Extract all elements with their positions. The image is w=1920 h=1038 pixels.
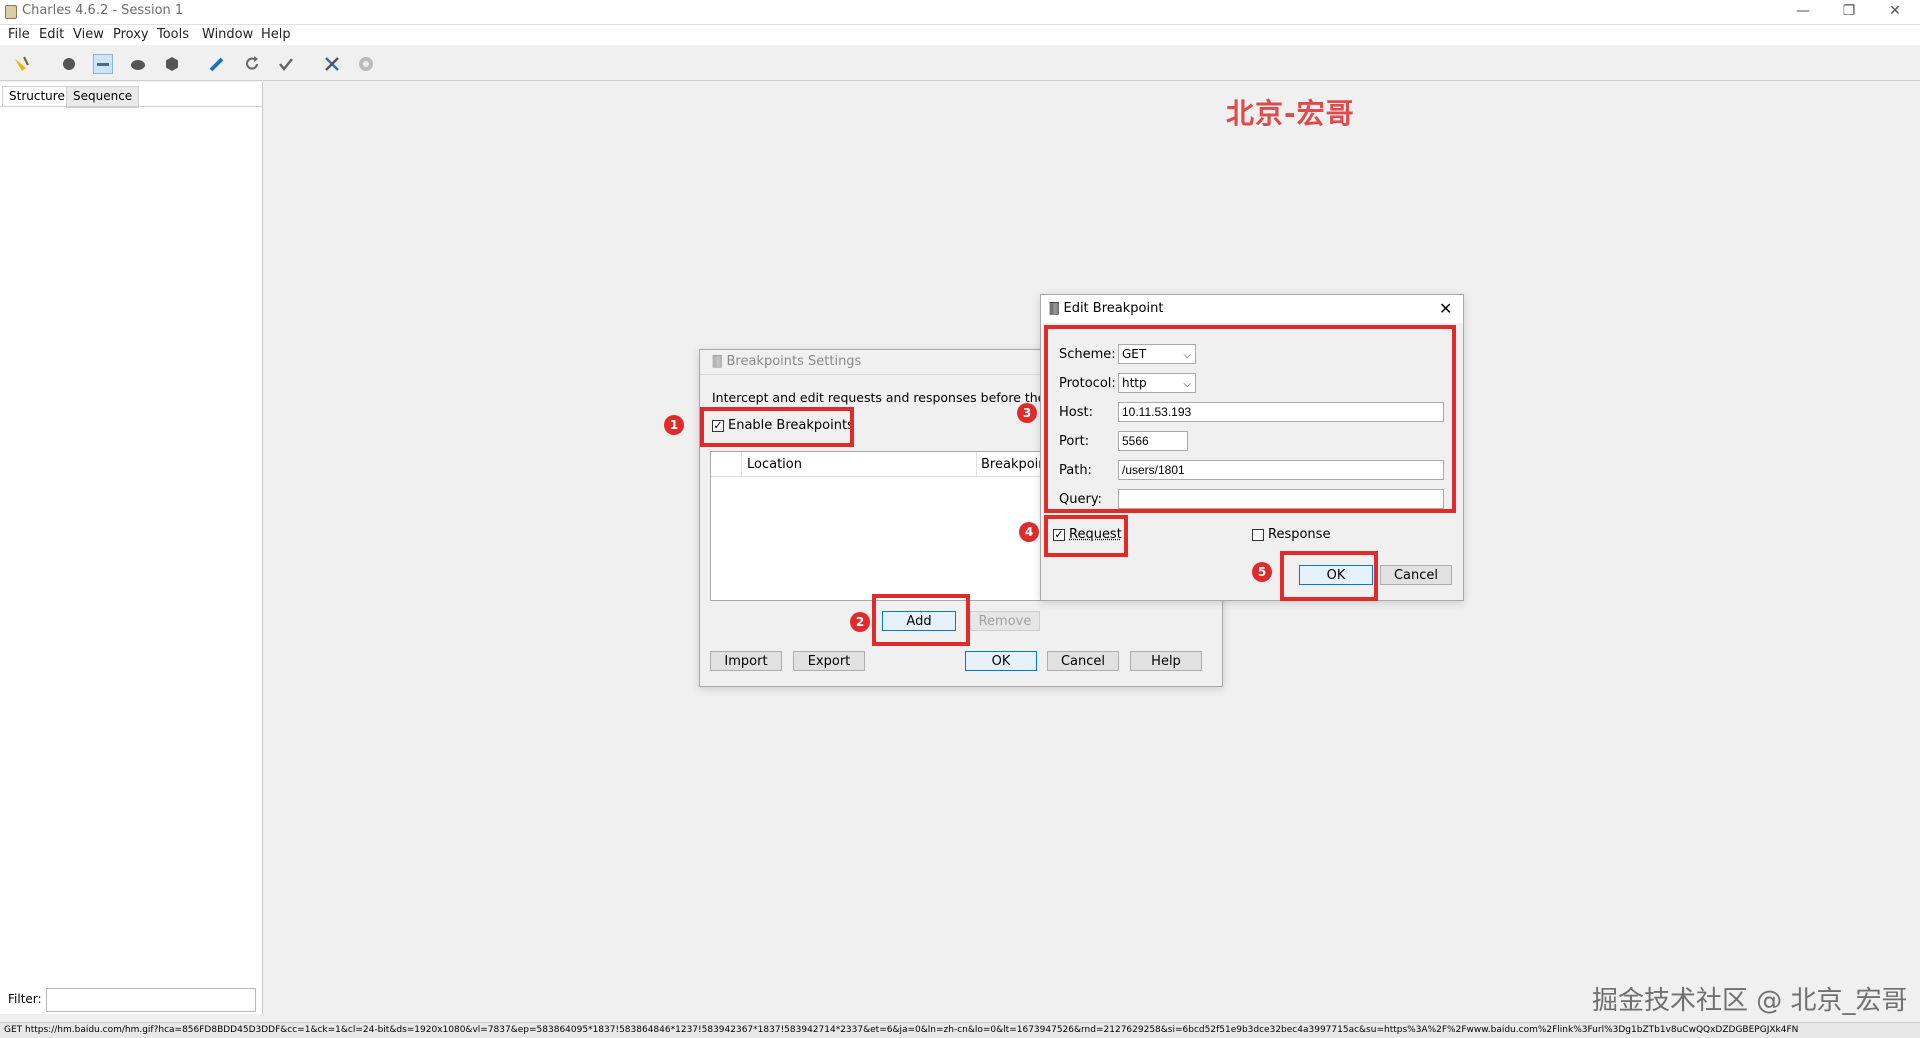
breakpoints-settings-titlebar: 🀫 Breakpoints Settings (712, 354, 861, 369)
tab-divider (0, 106, 262, 107)
column-divider (976, 452, 977, 476)
left-panel: Structure Sequence Filter: (0, 82, 263, 1014)
edit-breakpoint-close-button[interactable]: ✕ (1439, 299, 1452, 318)
refresh-icon[interactable] (242, 54, 262, 74)
annotation-box-fields (1044, 325, 1456, 513)
menu-tools[interactable]: Tools (157, 27, 189, 42)
window-title: Charles 4.6.2 - Session 1 (22, 3, 184, 18)
column-breakpoint[interactable]: Breakpoin (981, 457, 1047, 472)
menu-bar: File Edit View Proxy Tools Window Help (0, 25, 1920, 45)
filter-input[interactable] (46, 988, 256, 1012)
tools-icon[interactable] (322, 54, 342, 74)
filter-label: Filter: (8, 992, 42, 1006)
watermark-top: 北京-宏哥 (1226, 97, 1355, 130)
breakpoints-description: Intercept and edit requests and response… (712, 390, 1065, 405)
throttle-icon[interactable] (93, 54, 113, 74)
step-badge-5: 5 (1252, 562, 1272, 582)
record-icon[interactable] (59, 54, 79, 74)
app-small-icon: 🀫 (712, 354, 723, 369)
import-button[interactable]: Import (710, 651, 782, 671)
remove-button[interactable]: Remove (970, 611, 1040, 631)
edit-breakpoint-title-row: 🀫 Edit Breakpoint (1049, 301, 1163, 316)
column-location[interactable]: Location (747, 457, 802, 472)
minimize-button[interactable]: — (1780, 0, 1826, 24)
restore-button[interactable]: ❐ (1826, 0, 1872, 24)
annotation-box-ok (1280, 551, 1378, 601)
edit-breakpoint-title: Edit Breakpoint (1063, 301, 1164, 316)
response-label: Response (1268, 527, 1331, 542)
tab-structure[interactable]: Structure (2, 86, 72, 107)
menu-proxy[interactable]: Proxy (113, 27, 149, 42)
annotation-box-add (872, 594, 970, 646)
breakpoints-settings-title: Breakpoints Settings (726, 354, 862, 369)
check-icon[interactable] (276, 54, 296, 74)
response-checkbox[interactable] (1252, 529, 1264, 541)
menu-window[interactable]: Window (202, 27, 253, 42)
broom-icon[interactable] (12, 54, 32, 74)
edit-cancel-button[interactable]: Cancel (1380, 565, 1452, 585)
step-badge-1: 1 (664, 415, 684, 435)
menu-view[interactable]: View (73, 27, 104, 42)
step-badge-2: 2 (850, 612, 870, 632)
step-badge-4: 4 (1019, 522, 1039, 542)
watermark-bottom: 掘金技术社区 @ 北京_宏哥 (1592, 986, 1908, 1016)
annotation-box-request (1044, 515, 1128, 557)
settings-gear-icon[interactable] (356, 54, 376, 74)
annotation-box-enable-breakpoints (700, 407, 854, 447)
step-badge-3: 3 (1017, 403, 1037, 423)
tab-sequence[interactable]: Sequence (66, 86, 140, 108)
window-title-bar: Charles 4.6.2 - Session 1 — ❐ ✕ (0, 0, 1920, 25)
pen-icon[interactable] (207, 54, 227, 74)
toolbar (0, 46, 1920, 81)
column-divider (741, 452, 742, 476)
export-button[interactable]: Export (793, 651, 865, 671)
menu-file[interactable]: File (8, 27, 30, 42)
app-small-icon: 🀫 (1049, 301, 1060, 316)
settings-cancel-button[interactable]: Cancel (1047, 651, 1119, 671)
close-window-button[interactable]: ✕ (1872, 0, 1918, 24)
settings-ok-button[interactable]: OK (965, 651, 1037, 671)
turtle-icon[interactable] (128, 54, 148, 74)
charles-app-icon (5, 5, 17, 19)
menu-edit[interactable]: Edit (39, 27, 64, 42)
menu-help[interactable]: Help (261, 27, 291, 42)
status-bar: GET https://hm.baidu.com/hm.gif?hca=856F… (0, 1022, 1920, 1038)
settings-help-button[interactable]: Help (1130, 651, 1202, 671)
breakpoint-hexagon-icon[interactable] (162, 54, 182, 74)
